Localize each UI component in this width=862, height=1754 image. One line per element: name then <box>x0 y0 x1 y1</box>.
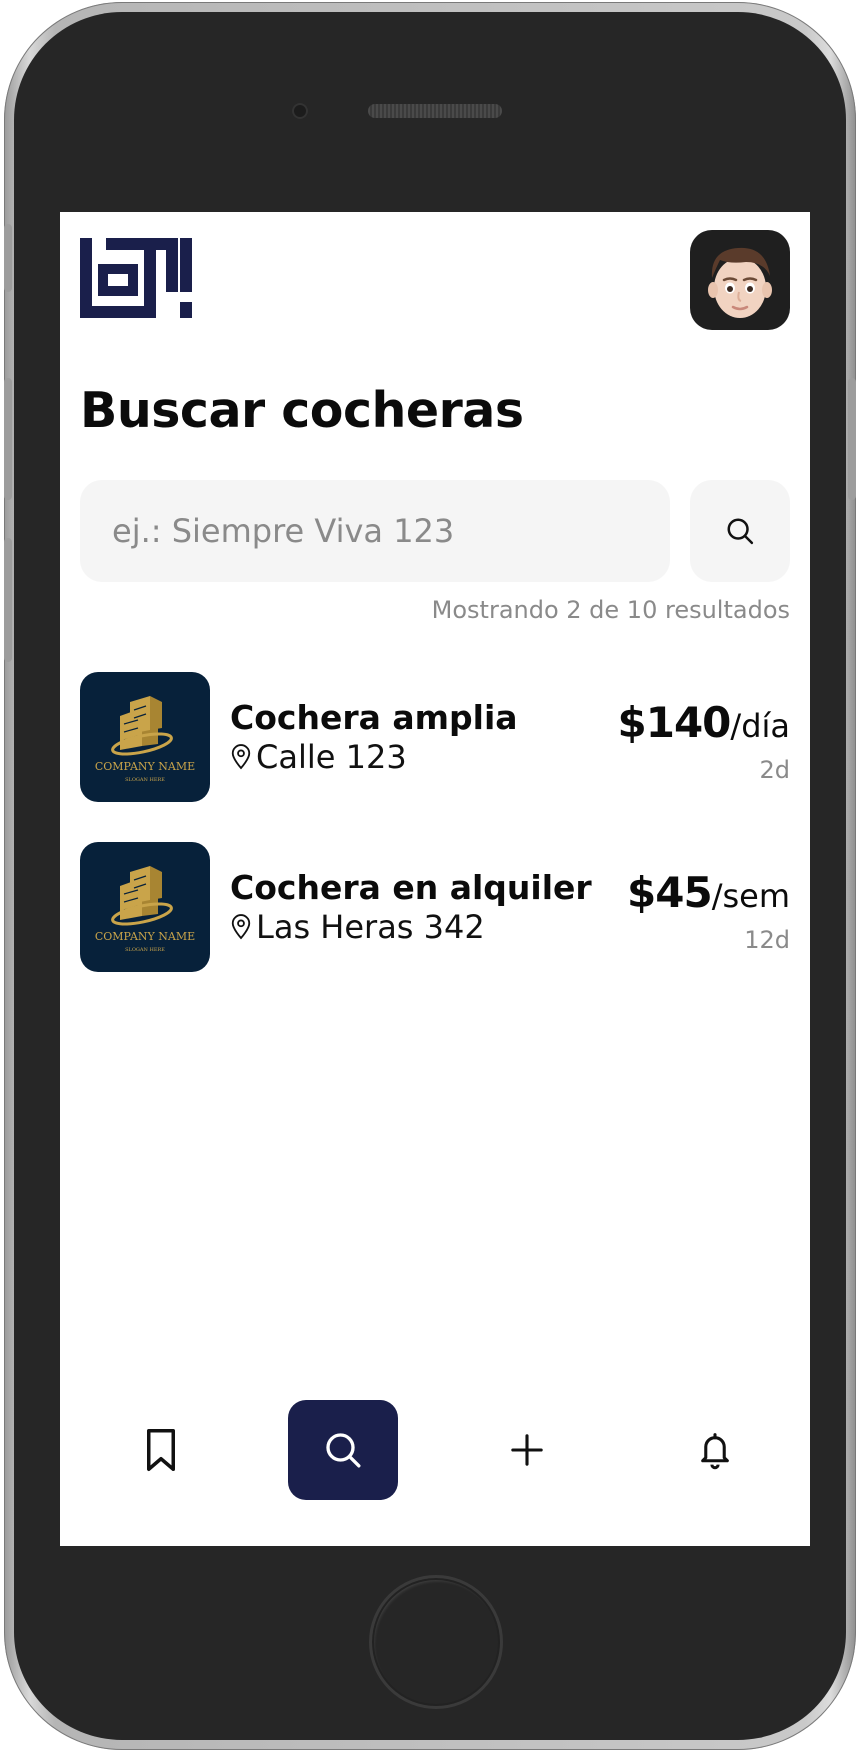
home-button[interactable] <box>369 1575 503 1709</box>
listing-age: 12d <box>744 926 790 954</box>
thumb-company-text: COMPANY NAME <box>95 930 195 943</box>
search-input[interactable] <box>80 480 670 582</box>
price-unit: /día <box>730 707 790 745</box>
thumb-slogan-text: SLOGAN HERE <box>125 947 165 953</box>
price-unit: /sem <box>711 877 790 915</box>
volume-up-button <box>4 378 12 500</box>
list-item[interactable]: COMPANY NAME SLOGAN HERE Cochera en alqu… <box>80 842 790 972</box>
listing-address-text: Las Heras 342 <box>256 908 485 946</box>
nav-add-button[interactable] <box>472 1400 582 1500</box>
search-icon <box>326 1433 361 1468</box>
listing-price: $45 /sem <box>627 868 790 917</box>
user-avatar[interactable] <box>690 230 790 330</box>
memoji-avatar-icon <box>708 247 772 318</box>
search-icon <box>727 518 754 545</box>
bell-icon <box>701 1433 729 1470</box>
listing-address: Calle 123 <box>230 738 407 776</box>
nav-search-button[interactable] <box>288 1400 398 1500</box>
app-screen: Buscar cocheras Mostrando 2 de 10 result… <box>60 212 810 1546</box>
listing-thumbnail: COMPANY NAME SLOGAN HERE <box>80 842 210 972</box>
nav-saved-button[interactable] <box>106 1400 216 1500</box>
listing-title: Cochera en alquiler <box>230 868 592 907</box>
listing-address-text: Calle 123 <box>256 738 407 776</box>
power-button <box>848 378 856 500</box>
listing-thumbnail: COMPANY NAME SLOGAN HERE <box>80 672 210 802</box>
loti-logo <box>80 238 192 318</box>
search-button[interactable] <box>690 480 790 582</box>
listing-address: Las Heras 342 <box>230 908 485 946</box>
thumb-company-text: COMPANY NAME <box>95 760 195 773</box>
bookmark-icon <box>147 1429 175 1471</box>
page-title: Buscar cocheras <box>80 382 524 439</box>
phone-frame: Buscar cocheras Mostrando 2 de 10 result… <box>4 2 856 1750</box>
location-pin-icon <box>231 914 251 940</box>
list-item[interactable]: COMPANY NAME SLOGAN HERE Cochera amplia … <box>80 672 790 802</box>
building-logo-icon: COMPANY NAME SLOGAN HERE <box>95 866 195 953</box>
mute-switch <box>4 224 12 292</box>
price-value: $45 <box>627 868 713 917</box>
listing-age: 2d <box>759 756 790 784</box>
thumb-slogan-text: SLOGAN HERE <box>125 777 165 783</box>
plus-icon <box>511 1434 543 1466</box>
earpiece-speaker <box>368 104 502 118</box>
volume-down-button <box>4 538 12 662</box>
nav-notifications-button[interactable] <box>660 1400 770 1500</box>
listing-title: Cochera amplia <box>230 698 518 737</box>
results-count: Mostrando 2 de 10 resultados <box>431 596 790 624</box>
building-logo-icon: COMPANY NAME SLOGAN HERE <box>95 696 195 783</box>
listing-price: $140 /día <box>618 698 791 747</box>
location-pin-icon <box>231 744 251 770</box>
front-camera <box>292 103 308 119</box>
price-value: $140 <box>617 698 732 747</box>
